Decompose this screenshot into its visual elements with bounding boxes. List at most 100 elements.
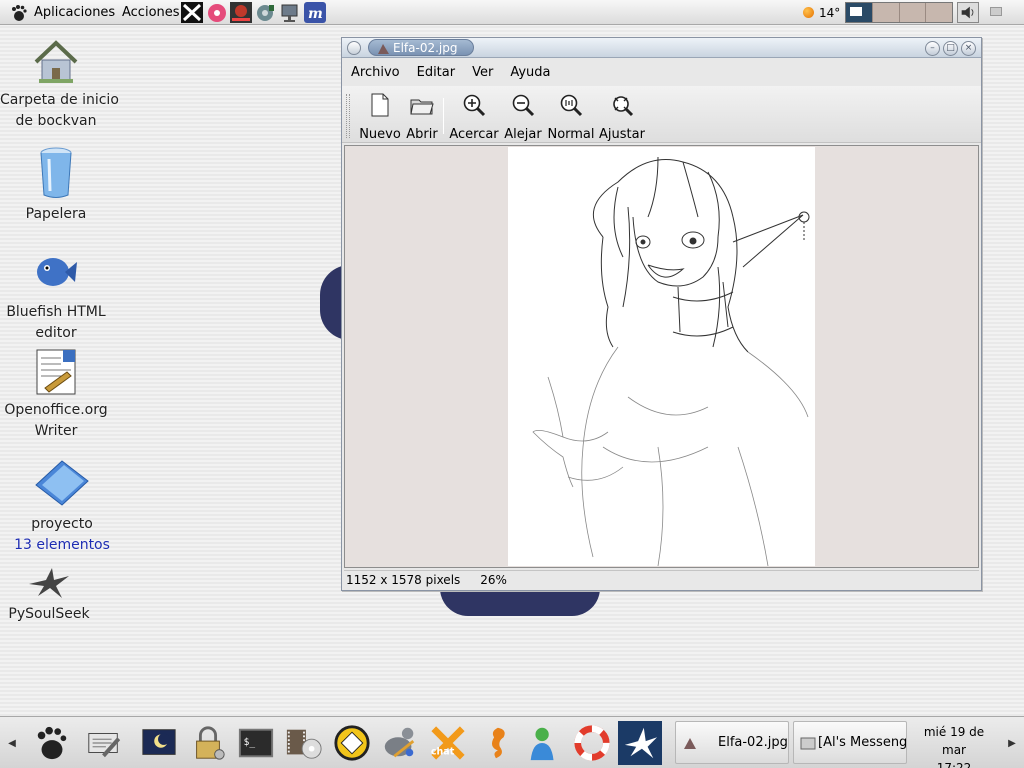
workspace-2[interactable] [873,3,900,22]
zoom-in-button-label: Acercar [449,127,499,142]
actions-menu[interactable]: Acciones [122,0,180,25]
desktop-icon-writer-label-1: Openoffice.org [4,402,108,418]
cd-player-icon[interactable] [206,2,228,23]
minimize-button[interactable]: – [925,41,940,56]
window-titlebar[interactable]: Elfa-02.jpg – □ × [342,38,981,58]
zoom-normal-icon [560,94,583,117]
maximize-button[interactable]: □ [943,41,958,56]
gnome-menu-icon[interactable] [30,721,74,765]
panel-hide-left-button[interactable]: ◀ [4,725,20,761]
messenger-icon[interactable] [522,721,566,765]
sun-icon [803,7,814,18]
desktop-icon-proyecto-count: 13 elementos [14,537,110,553]
video-icon[interactable] [282,721,326,765]
desktop-icon-pysoulseek-label: PySoulSeek [8,606,90,622]
zoom-fit-button-label: Ajustar [599,127,645,142]
zoom-out-icon [512,94,535,117]
desktop-icon-writer-label-2: Writer [34,423,78,439]
svg-text:$_: $_ [244,737,256,748]
mozilla-icon[interactable]: m [304,2,326,23]
pysoulseek-launcher-icon[interactable] [618,721,662,765]
disk-icon[interactable] [255,2,277,23]
zoom-out-button[interactable]: Alejar [502,92,544,142]
keyboard-indicator-icon[interactable] [990,7,1002,16]
zoom-fit-button[interactable]: Ajustar [599,92,645,142]
desktop-icon-home-label-2: de bockvan [15,113,97,129]
image-viewer-window: Elfa-02.jpg – □ × Archivo Editar Ver Ayu… [341,37,982,591]
text-editor-icon[interactable] [82,721,126,765]
desktop-icon-proyecto[interactable]: proyecto 13 elementos [6,455,118,556]
sketch-image [532,156,810,567]
new-document-icon [371,93,389,117]
zoom-normal-button[interactable]: Normal [547,92,595,142]
help-icon[interactable] [570,721,614,765]
bluefish-icon [31,250,81,298]
clock-time: 17:22 [936,761,972,768]
taskbar-button-messenger[interactable]: [Al's Messenger] [793,721,907,764]
open-button-label: Abrir [406,127,438,142]
menu-ayuda[interactable]: Ayuda [510,65,550,80]
toolbar-grip[interactable] [346,94,350,138]
image-viewer-icon [378,44,389,54]
menu-editar[interactable]: Editar [417,65,456,80]
zoom-in-button[interactable]: Acercar [448,92,500,142]
toolbar-separator [443,98,444,134]
trash-icon [31,145,81,200]
window-menu-button[interactable] [347,41,361,55]
panel-hide-right-button[interactable]: ▶ [1004,725,1020,761]
top-panel: Aplicaciones Acciones m 14° [0,0,1024,25]
desktop-icon-pysoulseek[interactable]: PySoulSeek [0,566,105,625]
desktop-icon-writer[interactable]: Openoffice.org Writer [0,348,112,442]
menu-ver[interactable]: Ver [472,65,493,80]
close-button[interactable]: × [961,41,976,56]
folder-icon [32,455,92,510]
writer-icon [31,348,81,396]
wallpaper-shape-bottom [440,588,600,616]
pysoulseek-icon [24,566,74,600]
clock-applet[interactable]: mié 19 de mar 17:22 [910,723,998,768]
desktop-icon-bluefish[interactable]: Bluefish HTML editor [0,250,112,344]
window-toolbar: Nuevo Abrir Acercar Alejar Normal Ajusta… [342,86,981,143]
image-viewer-icon [684,737,696,749]
crossover-icon[interactable] [181,2,203,23]
window-title-pill[interactable]: Elfa-02.jpg [368,39,474,56]
desktop-icon-trash[interactable]: Papelera [0,145,112,225]
svg-text:m: m [308,6,323,22]
gimp-icon[interactable] [378,721,422,765]
screensaver-icon[interactable] [137,721,181,765]
new-button[interactable]: Nuevo [358,92,402,142]
workspace-1[interactable] [846,3,873,22]
window-statusbar: 1152 x 1578 pixels 26% [344,570,979,589]
clock-date: mié 19 de mar [923,725,985,757]
image-viewport[interactable] [344,145,979,568]
zoom-normal-button-label: Normal [547,127,595,142]
menu-archivo[interactable]: Archivo [351,65,400,80]
desktop-icon-bluefish-label-2: editor [35,325,77,341]
terminal-icon[interactable]: $_ [234,721,278,765]
open-folder-icon [410,99,434,115]
lock-icon[interactable] [186,721,230,765]
image-canvas[interactable] [508,147,815,567]
zoom-in-icon [463,94,486,117]
seahorse-icon[interactable] [474,721,518,765]
open-button[interactable]: Abrir [404,92,440,142]
multimedia-icon[interactable] [230,2,252,23]
xchat-icon[interactable] [330,721,374,765]
window-title: Elfa-02.jpg [393,40,458,55]
messenger-window-icon [800,737,816,749]
network-monitor-icon[interactable] [279,2,301,23]
taskbar-button-elfa[interactable]: Elfa-02.jpg [675,721,789,764]
workspace-3[interactable] [900,3,927,22]
desktop-icon-home-label-1: Carpeta de inicio [0,92,119,108]
workspace-switcher[interactable] [845,2,953,23]
volume-icon[interactable] [957,2,979,23]
zoom-level: 26% [480,573,507,587]
temperature-label: 14° [819,5,841,20]
desktop-icon-home[interactable]: Carpeta de inicio de bockvan [0,38,119,132]
workspace-4[interactable] [926,3,952,22]
new-button-label: Nuevo [359,127,401,142]
xchat-x-icon[interactable]: chat [426,721,470,765]
applications-menu[interactable]: Aplicaciones [10,0,115,25]
desktop-icon-bluefish-label-1: Bluefish HTML [6,304,106,320]
weather-applet[interactable]: 14° [803,0,840,25]
